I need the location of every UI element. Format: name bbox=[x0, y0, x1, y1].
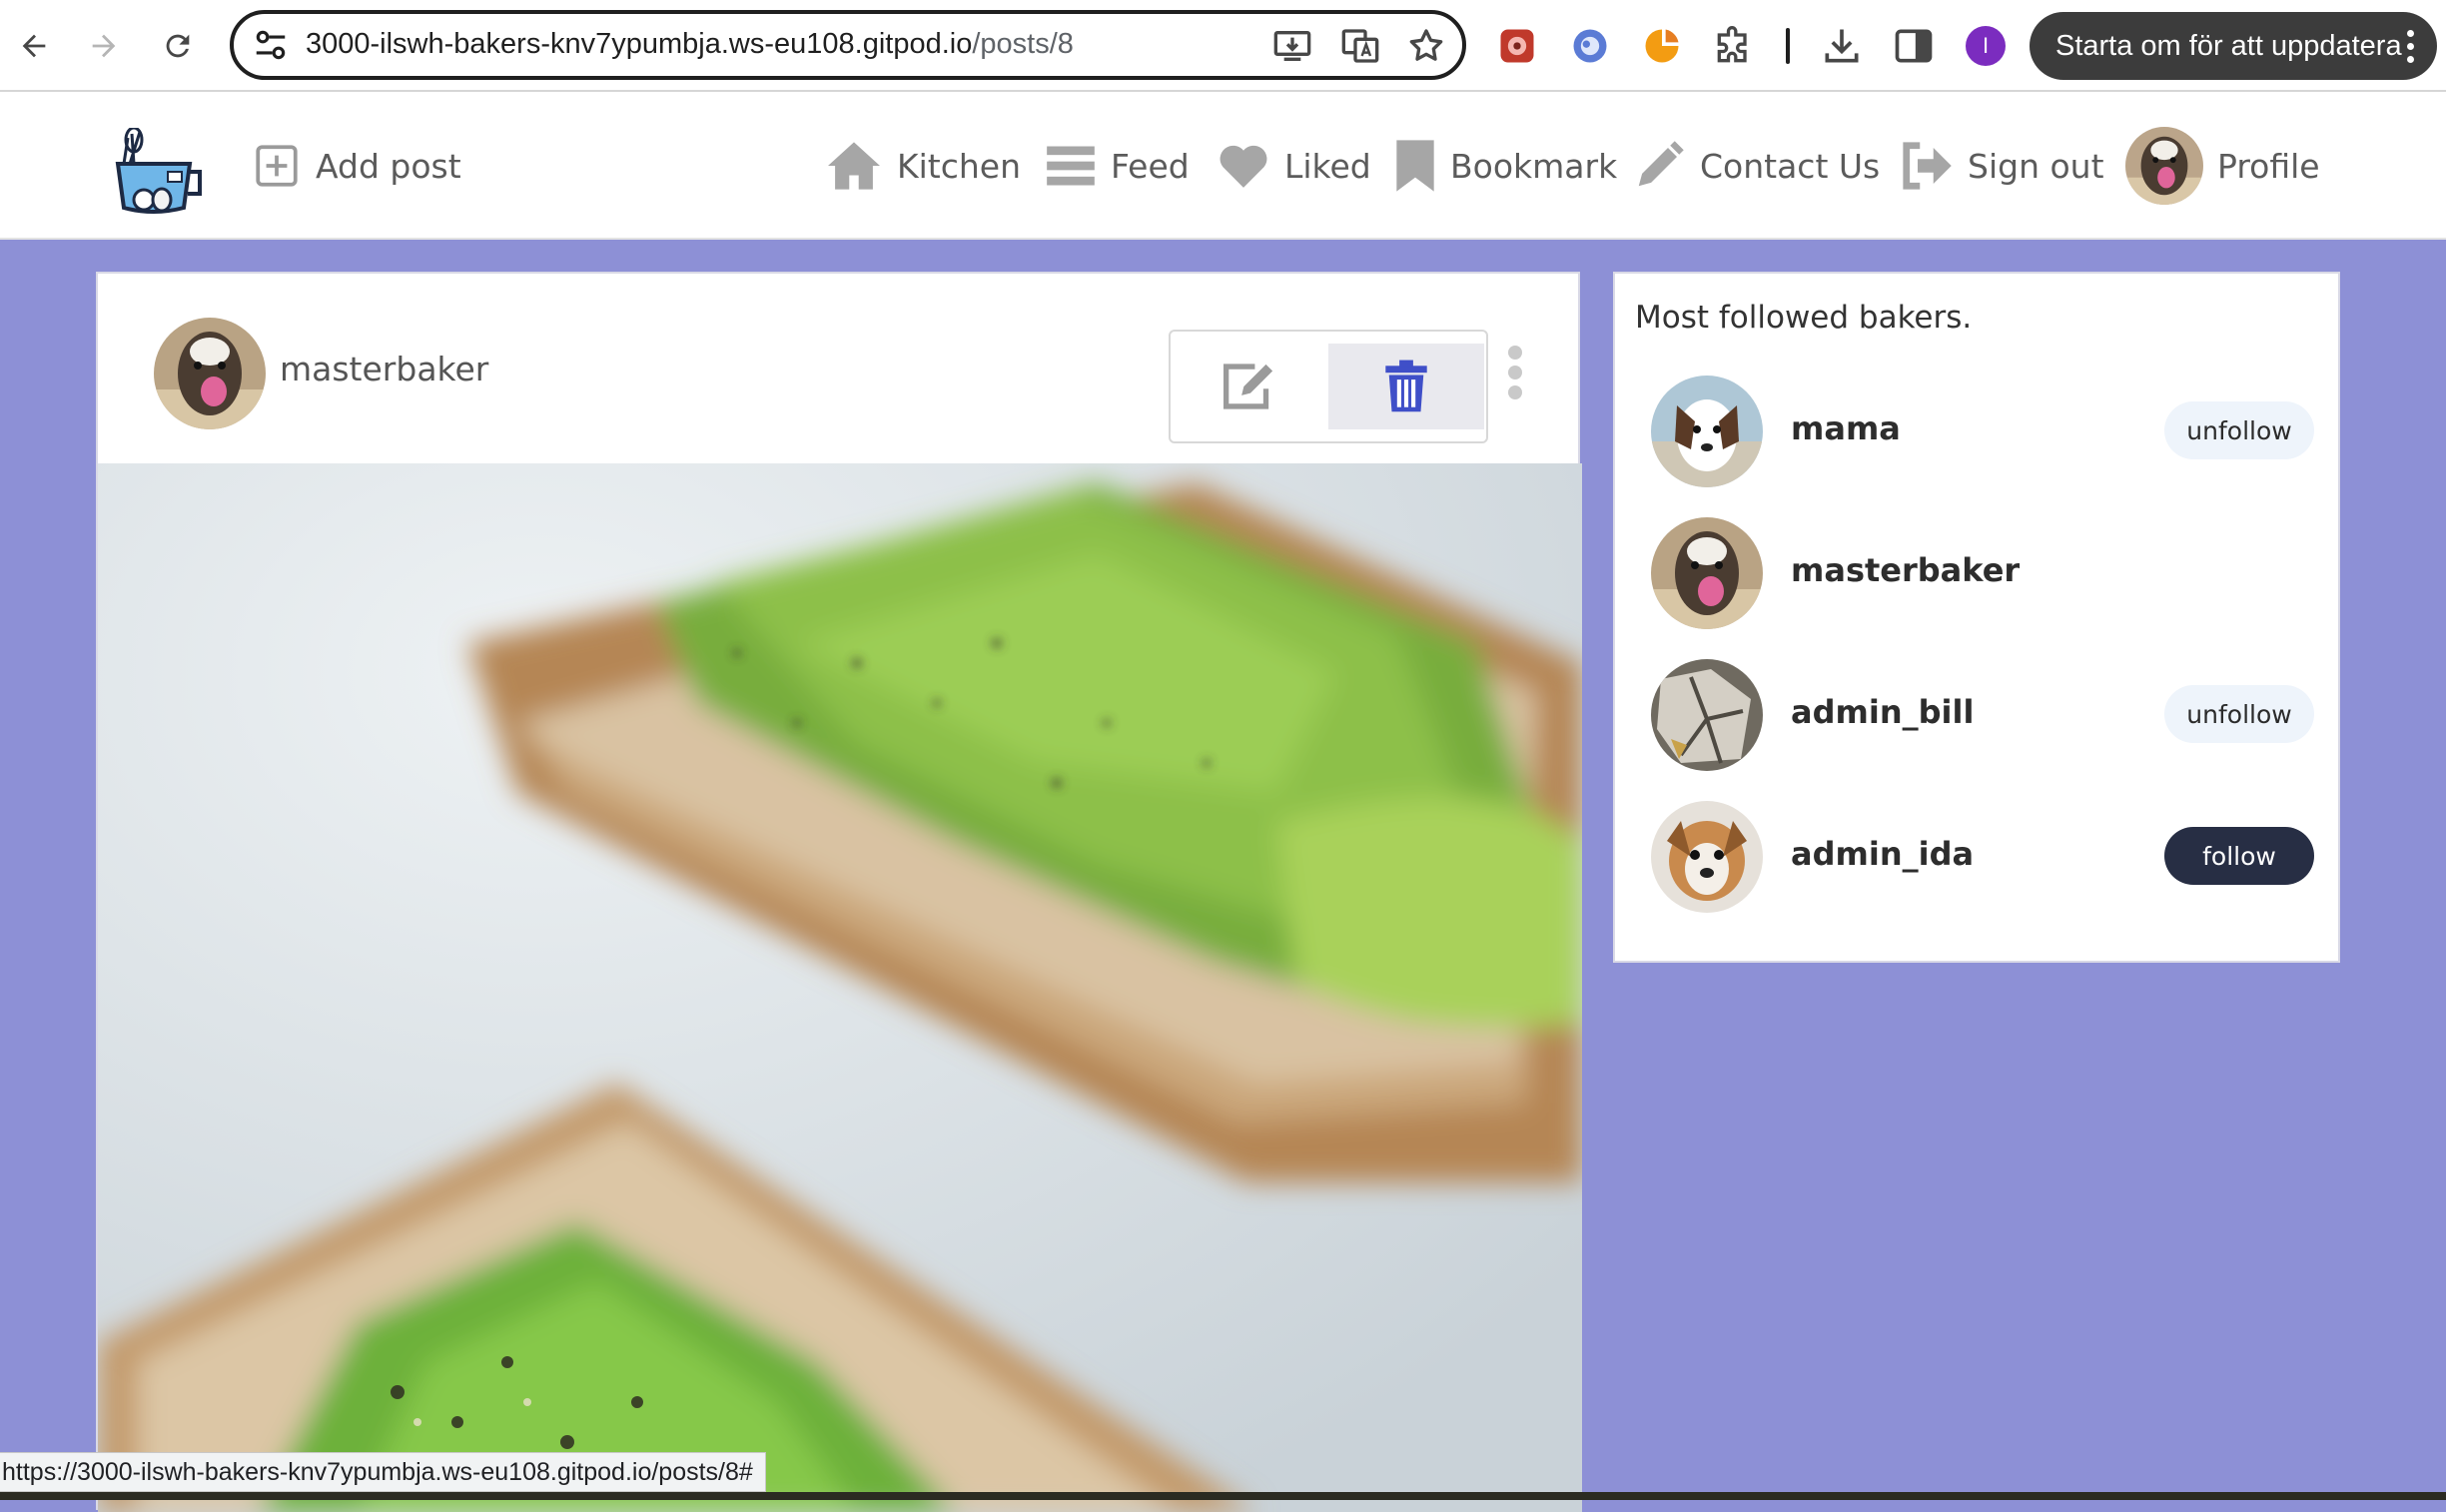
baker-name[interactable]: admin_ida bbox=[1791, 835, 1974, 873]
window-bottom-edge bbox=[0, 1492, 2446, 1500]
avocado-toast-image bbox=[98, 463, 1582, 1512]
star-icon[interactable] bbox=[1406, 26, 1446, 66]
arrow-right-icon bbox=[92, 34, 116, 58]
nav-feed[interactable]: Feed bbox=[1045, 136, 1190, 196]
arrow-left-icon bbox=[22, 34, 46, 58]
side-panel-icon[interactable] bbox=[1892, 24, 1936, 68]
back-button[interactable] bbox=[6, 18, 62, 74]
install-app-icon[interactable] bbox=[1272, 26, 1312, 66]
extension-orange-icon[interactable] bbox=[1640, 24, 1684, 68]
nav-sign-out-label: Sign out bbox=[1968, 146, 2104, 186]
nav-liked[interactable]: Liked bbox=[1217, 136, 1371, 196]
nav-contact-us[interactable]: Contact Us bbox=[1632, 136, 1880, 196]
post-menu-icon[interactable] bbox=[1508, 346, 1522, 405]
nav-kitchen-label: Kitchen bbox=[897, 146, 1022, 186]
update-browser-button[interactable]: Starta om för att uppdatera bbox=[2030, 12, 2437, 80]
nav-bookmark[interactable]: Bookmark bbox=[1394, 136, 1617, 196]
translate-icon[interactable] bbox=[1340, 26, 1380, 66]
trash-icon bbox=[1385, 360, 1427, 412]
baker-row-admin-bill: admin_bill unfollow bbox=[1651, 659, 2314, 771]
plus-square-icon bbox=[256, 145, 298, 187]
url-text: 3000-ilswh-bakers-knv7ypumbja.ws-eu108.g… bbox=[306, 28, 1074, 60]
edit-icon bbox=[1223, 364, 1273, 409]
nav-sign-out[interactable]: Sign out bbox=[1900, 136, 2104, 196]
browser-menu-icon[interactable] bbox=[2407, 30, 2415, 69]
baker-name[interactable]: masterbaker bbox=[1791, 551, 2020, 589]
post-author-name[interactable]: masterbaker bbox=[280, 350, 488, 388]
post-actions-dropdown bbox=[1169, 330, 1488, 443]
reload-button[interactable] bbox=[150, 18, 206, 74]
delete-post-button[interactable] bbox=[1328, 344, 1484, 429]
unfollow-button[interactable]: unfollow bbox=[2164, 685, 2314, 743]
sign-out-icon bbox=[1903, 142, 1952, 190]
add-post-label: Add post bbox=[316, 146, 461, 186]
baker-avatar[interactable] bbox=[1651, 659, 1763, 771]
pencil-icon bbox=[1638, 141, 1684, 187]
baker-row-mama: mama unfollow bbox=[1651, 376, 2314, 487]
site-settings-icon[interactable] bbox=[252, 26, 290, 64]
post-card: masterbaker bbox=[96, 272, 1582, 1512]
bakers-logo-icon[interactable] bbox=[104, 128, 204, 218]
avatar bbox=[2125, 127, 2203, 205]
home-icon bbox=[828, 142, 880, 190]
bars-icon bbox=[1047, 146, 1095, 186]
browser-profile-avatar[interactable]: I bbox=[1966, 26, 2006, 66]
nav-liked-label: Liked bbox=[1284, 146, 1371, 186]
follow-button[interactable]: follow bbox=[2164, 827, 2314, 885]
download-icon[interactable] bbox=[1820, 24, 1864, 68]
forward-button[interactable] bbox=[76, 18, 132, 74]
reload-icon bbox=[166, 34, 190, 58]
browser-status-bar: https://3000-ilswh-bakers-knv7ypumbja.ws… bbox=[0, 1452, 766, 1492]
edit-post-button[interactable] bbox=[1181, 344, 1320, 429]
extension-bug-icon[interactable] bbox=[1495, 24, 1539, 68]
app-navbar: Add post Kitchen Feed Liked Bookmark Con… bbox=[0, 92, 2446, 240]
nav-feed-label: Feed bbox=[1111, 146, 1190, 186]
add-post-link[interactable]: Add post bbox=[252, 136, 461, 196]
nav-kitchen[interactable]: Kitchen bbox=[825, 136, 1021, 196]
update-browser-label: Starta om för att uppdatera bbox=[2055, 29, 2402, 62]
baker-name[interactable]: mama bbox=[1791, 409, 1901, 447]
baker-avatar[interactable] bbox=[1651, 376, 1763, 487]
nav-profile[interactable]: Profile bbox=[2125, 126, 2320, 206]
baker-row-masterbaker: masterbaker bbox=[1651, 517, 2310, 629]
baker-avatar[interactable] bbox=[1651, 517, 1763, 629]
post-image bbox=[98, 463, 1582, 1512]
nav-bookmark-label: Bookmark bbox=[1450, 146, 1618, 186]
heart-icon bbox=[1220, 145, 1267, 188]
browser-toolbar: 3000-ilswh-bakers-knv7ypumbja.ws-eu108.g… bbox=[0, 0, 2446, 92]
baker-row-admin-ida: admin_ida follow bbox=[1651, 801, 2314, 913]
address-bar[interactable]: 3000-ilswh-bakers-knv7ypumbja.ws-eu108.g… bbox=[230, 10, 1466, 80]
most-followed-panel: Most followed bakers. mama unfollow mast… bbox=[1613, 272, 2340, 963]
baker-name[interactable]: admin_bill bbox=[1791, 693, 1974, 731]
post-author-avatar[interactable] bbox=[154, 318, 266, 429]
baker-avatar[interactable] bbox=[1651, 801, 1763, 913]
panel-title: Most followed bakers. bbox=[1635, 300, 1973, 336]
nav-profile-label: Profile bbox=[2217, 146, 2320, 186]
toolbar-divider bbox=[1786, 28, 1790, 64]
nav-contact-us-label: Contact Us bbox=[1700, 146, 1881, 186]
extensions-puzzle-icon[interactable] bbox=[1712, 24, 1756, 68]
bookmark-icon bbox=[1396, 140, 1434, 192]
extension-lens-icon[interactable] bbox=[1568, 24, 1612, 68]
unfollow-button[interactable]: unfollow bbox=[2164, 401, 2314, 459]
post-header: masterbaker bbox=[98, 274, 1578, 463]
